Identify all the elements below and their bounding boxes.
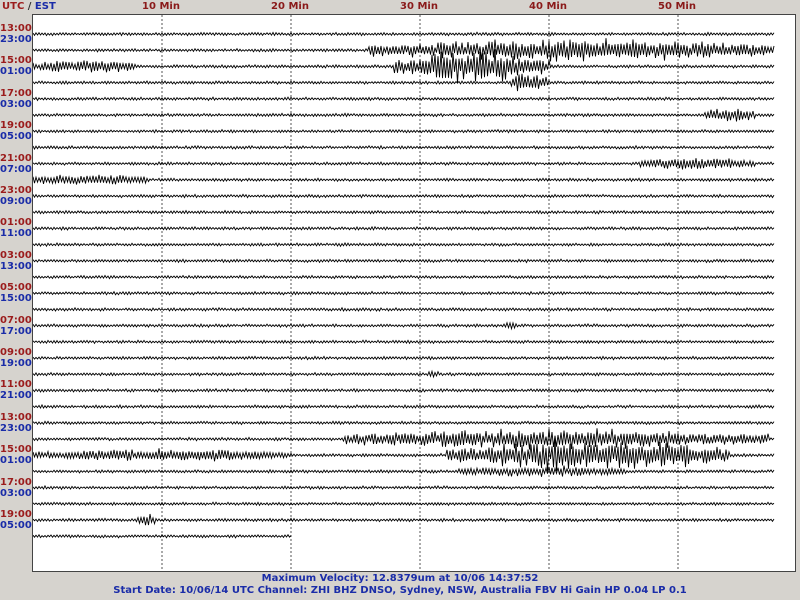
utc-time-label: 13:00 bbox=[0, 23, 32, 34]
seismogram-window: UTC / EST 10 Min 20 Min 30 Min 40 Min 50 Min… bbox=[0, 0, 800, 600]
seismogram-trace bbox=[33, 465, 775, 477]
seismogram-trace bbox=[33, 31, 775, 37]
x-tick-label: 30 Min bbox=[400, 1, 438, 12]
timezone-header: UTC / EST bbox=[2, 1, 56, 13]
est-time-label: 07:00 bbox=[0, 163, 32, 175]
utc-time-label: 17:00 bbox=[0, 476, 32, 488]
utc-time-label: 21:00 bbox=[0, 152, 32, 164]
seismogram-trace bbox=[33, 144, 775, 151]
seismogram-trace bbox=[33, 339, 775, 345]
seismogram-trace bbox=[33, 403, 775, 410]
utc-time-label: 13:00 bbox=[0, 411, 32, 423]
seismogram-traces-svg bbox=[33, 15, 775, 571]
x-tick-label: 50 Min bbox=[658, 1, 696, 12]
seismogram-trace bbox=[33, 420, 775, 426]
seismogram-trace bbox=[33, 321, 775, 331]
seismogram-trace bbox=[33, 513, 775, 526]
seismogram-trace bbox=[33, 258, 775, 264]
est-time-label: 21:00 bbox=[0, 390, 32, 402]
est-time-label: 23:00 bbox=[0, 34, 32, 45]
seismogram-trace bbox=[33, 306, 775, 313]
est-time-label: 01:00 bbox=[0, 66, 32, 78]
seismogram-trace bbox=[33, 209, 775, 215]
seismogram-trace bbox=[33, 501, 775, 507]
utc-time-label: 03:00 bbox=[0, 249, 32, 261]
seismogram-trace bbox=[33, 108, 775, 122]
est-time-label: 05:00 bbox=[0, 520, 32, 531]
est-time-label: 09:00 bbox=[0, 196, 32, 207]
timezone-separator: / bbox=[27, 1, 32, 12]
utc-time-label: 09:00 bbox=[0, 347, 32, 358]
est-time-label: 05:00 bbox=[0, 131, 32, 143]
est-time-label: 03:00 bbox=[0, 98, 32, 110]
seismogram-trace bbox=[33, 290, 775, 296]
x-tick-label: 10 Min bbox=[142, 1, 180, 12]
est-time-label: 01:00 bbox=[0, 455, 32, 467]
seismogram-trace bbox=[33, 428, 775, 450]
seismogram-trace bbox=[33, 274, 775, 280]
utc-time-label: 01:00 bbox=[0, 217, 32, 229]
utc-time-label: 17:00 bbox=[0, 87, 32, 99]
est-header-label: EST bbox=[34, 1, 56, 12]
est-time-label: 23:00 bbox=[0, 422, 32, 434]
seismogram-trace bbox=[33, 439, 775, 472]
seismogram-trace bbox=[33, 242, 775, 248]
seismogram-trace bbox=[33, 128, 775, 134]
est-time-label: 13:00 bbox=[0, 260, 32, 272]
footer-info: Maximum Velocity: 12.8379um at 10/06 14:… bbox=[0, 573, 800, 597]
seismogram-trace bbox=[33, 49, 775, 83]
x-tick-label: 20 Min bbox=[271, 1, 309, 12]
utc-time-label: 05:00 bbox=[0, 282, 32, 294]
utc-header-label: UTC bbox=[2, 1, 25, 12]
channel-info-text: Start Date: 10/06/14 UTC Channel: ZHI BH… bbox=[113, 585, 687, 596]
utc-time-label: 15:00 bbox=[0, 444, 32, 456]
est-time-label: 17:00 bbox=[0, 325, 32, 337]
seismogram-trace bbox=[33, 193, 775, 199]
seismogram-trace bbox=[33, 369, 775, 379]
utc-time-label: 07:00 bbox=[0, 314, 32, 326]
est-time-label: 15:00 bbox=[0, 293, 32, 305]
est-time-label: 19:00 bbox=[0, 358, 32, 369]
utc-time-label: 19:00 bbox=[0, 120, 32, 132]
utc-time-label: 15:00 bbox=[0, 55, 32, 67]
utc-time-label: 19:00 bbox=[0, 509, 32, 520]
utc-time-label: 23:00 bbox=[0, 185, 32, 196]
est-time-label: 03:00 bbox=[0, 487, 32, 499]
seismogram-trace bbox=[33, 174, 775, 185]
utc-time-label: 11:00 bbox=[0, 379, 32, 391]
seismogram-trace bbox=[33, 73, 775, 92]
seismogram-trace bbox=[33, 355, 775, 361]
x-tick-label: 40 Min bbox=[529, 1, 567, 12]
seismogram-trace bbox=[33, 158, 775, 170]
seismogram-trace bbox=[33, 387, 775, 393]
seismogram-trace bbox=[33, 38, 775, 62]
est-time-label: 11:00 bbox=[0, 228, 32, 240]
seismogram-trace bbox=[33, 96, 775, 102]
seismogram-trace bbox=[33, 484, 775, 491]
seismogram-plot bbox=[32, 14, 796, 572]
max-velocity-text: Maximum Velocity: 12.8379um at 10/06 14:… bbox=[261, 573, 539, 584]
seismogram-trace bbox=[33, 225, 775, 231]
